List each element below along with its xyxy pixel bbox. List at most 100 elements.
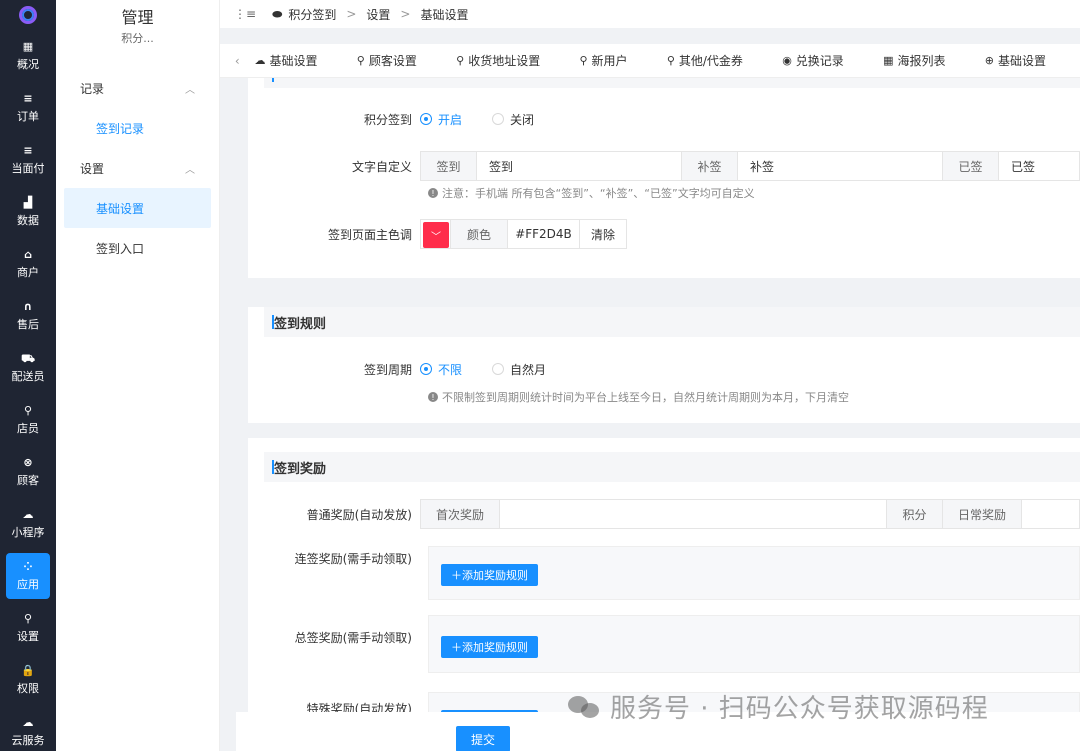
rail-label: 云服务 — [11, 734, 45, 747]
menu-group-label: 记录 — [80, 81, 105, 96]
collapse-menu-icon[interactable]: ⋮≡ — [234, 7, 256, 21]
breadcrumb-separator: > — [346, 7, 357, 21]
wechat-icon — [568, 694, 602, 720]
submit-button[interactable]: 提交 — [456, 726, 510, 751]
menu-item-signin-records[interactable]: 签到记录 — [56, 108, 219, 148]
rail-icon: ⚲ — [23, 404, 33, 417]
signin-label: 积分签到 — [363, 112, 412, 127]
period-unlimited-radio[interactable]: 不限 — [420, 361, 462, 378]
rail-icon: ≡ — [23, 92, 33, 105]
menu-item-signin-entry[interactable]: 签到入口 — [56, 228, 219, 268]
rail-item-12[interactable]: 🔒 权限 — [0, 654, 56, 706]
rail-item-7[interactable]: ⚲ 店员 — [0, 394, 56, 446]
text-custom-label: 文字自定义 — [351, 159, 412, 174]
add-total-rule-button[interactable]: ＋添加奖励规则 — [441, 636, 538, 658]
tab-icon: ⚲ — [666, 54, 675, 67]
color-value-input[interactable]: #FF2D4B — [508, 220, 580, 248]
tab-4[interactable]: ⚲ 其他/代金券 — [667, 52, 743, 69]
first-reward-input[interactable] — [500, 500, 887, 528]
rail-item-9[interactable]: ☁ 小程序 — [0, 498, 56, 550]
menu-group-label: 设置 — [80, 161, 105, 176]
tab-icon: ☁ — [254, 54, 266, 67]
tab-2[interactable]: ⚲ 收货地址设置 — [456, 52, 540, 69]
signed-text-input[interactable]: 已签 — [999, 152, 1079, 180]
period-tip: ! 不限制签到周期则统计时间为平台上线至今日，自然月统计周期则为本月，下月清空 — [428, 389, 849, 405]
rail-item-13[interactable]: ☁ 云服务 — [0, 706, 56, 751]
rail-item-4[interactable]: ⌂ 商户 — [0, 238, 56, 290]
rail-icon: ⛟ — [21, 352, 35, 365]
rail-icon: ⌂ — [24, 248, 32, 261]
period-row: 签到周期 不限 自然月 — [248, 358, 1080, 380]
chevron-down-icon[interactable]: ﹀ — [423, 222, 449, 248]
total-reward-box: ＋添加奖励规则 — [428, 615, 1080, 673]
watermark-text: 服务号 · 扫码公众号获取源码程 — [610, 694, 989, 724]
daily-reward-addon: 日常奖励 — [943, 500, 1022, 528]
app-logo[interactable] — [0, 0, 56, 30]
breadcrumb-item: 基础设置 — [420, 7, 469, 22]
rail-item-3[interactable]: ▟ 数据 — [0, 186, 56, 238]
main-nav-rail: ▦ 概况 ≡ 订单 ≡ 当面付 ▟ 数据 ⌂ 商户 ∩ 售后 ⛟ 配送员 ⚲ 店员 ⊗ 顾客 ☁ 小程序 ⁘ 应用 ⚲ 设置 🔒… — [0, 0, 56, 751]
breadcrumb-item[interactable]: 设置 — [366, 6, 390, 23]
rail-item-0[interactable]: ▦ 概况 — [0, 30, 56, 82]
tab-label: 顾客设置 — [368, 54, 417, 68]
rail-label: 当面付 — [11, 162, 45, 175]
tab-7[interactable]: ⊕ 基础设置 — [985, 52, 1046, 69]
tab-label: 基础设置 — [269, 54, 318, 68]
signin-toggle-row: 积分签到 开启 关闭 — [248, 108, 1080, 130]
tab-icon: ⊕ — [984, 54, 994, 67]
rail-label: 设置 — [17, 630, 39, 643]
color-swatch-wrapper[interactable]: ﹀ — [421, 220, 451, 248]
signin-text-addon: 签到 — [421, 152, 477, 180]
menu-item-basic-settings[interactable]: 基础设置 — [64, 188, 211, 228]
rail-item-6[interactable]: ⛟ 配送员 — [0, 342, 56, 394]
theme-color-row: 签到页面主色调 ﹀ 颜色 #FF2D4B 清除 — [248, 219, 1080, 249]
chevron-up-icon: ︿ — [185, 84, 195, 96]
chevron-left-icon[interactable]: ‹ — [220, 54, 255, 68]
period-label: 签到周期 — [363, 362, 412, 377]
color-addon: 颜色 — [451, 220, 508, 248]
tab-icon: ◉ — [782, 54, 792, 67]
rail-icon: ⚲ — [23, 612, 33, 625]
daily-reward-input[interactable] — [1022, 500, 1079, 528]
rail-icon: ☁ — [22, 508, 34, 521]
tab-6[interactable]: ▦ 海报列表 — [883, 52, 945, 69]
rail-item-11[interactable]: ⚲ 设置 — [0, 602, 56, 654]
signin-off-radio[interactable]: 关闭 — [492, 111, 534, 128]
signin-text-input[interactable]: 签到 — [477, 152, 682, 180]
text-custom-tip: ! 注意：手机端 所有包含“签到”、“补签”、“已签”文字均可自定义 — [428, 185, 755, 201]
tab-0[interactable]: ☁ 基础设置 — [255, 52, 318, 69]
tab-icon: ⚲ — [456, 54, 465, 67]
normal-reward-row: 普通奖励(自动发放) 首次奖励 积分 日常奖励 — [248, 499, 1080, 529]
breadcrumb-item[interactable]: 积分签到 — [288, 6, 336, 23]
rail-label: 小程序 — [11, 526, 45, 539]
period-month-radio[interactable]: 自然月 — [492, 361, 546, 378]
rules-card-title: 签到规则 — [264, 307, 1080, 337]
rail-item-1[interactable]: ≡ 订单 — [0, 82, 56, 134]
top-bar: ⋮≡ ⬬ 积分签到 > 设置 > 基础设置 — [220, 0, 1080, 28]
resign-text-addon: 补签 — [682, 152, 738, 180]
watermark: 服务号 · 扫码公众号获取源码程 — [568, 688, 989, 725]
menu-group-records[interactable]: 记录 ︿ — [56, 68, 219, 108]
rail-item-10[interactable]: ⁘ 应用 — [6, 553, 50, 599]
tab-label: 收货地址设置 — [468, 54, 541, 68]
continuous-reward-label: 连签奖励(需手动领取) — [294, 551, 412, 566]
rail-label: 订单 — [17, 110, 39, 123]
color-clear-button[interactable]: 清除 — [580, 220, 626, 248]
signin-on-radio[interactable]: 开启 — [420, 111, 462, 128]
tab-1[interactable]: ⚲ 顾客设置 — [357, 52, 417, 69]
tab-icon: ▦ — [883, 54, 894, 67]
add-continuous-rule-button[interactable]: ＋添加奖励规则 — [441, 564, 538, 586]
tab-3[interactable]: ⚲ 新用户 — [579, 52, 627, 69]
menu-group-settings[interactable]: 设置 ︿ — [56, 148, 219, 188]
tab-5[interactable]: ◉ 兑换记录 — [782, 52, 844, 69]
rail-item-2[interactable]: ≡ 当面付 — [0, 134, 56, 186]
rail-item-8[interactable]: ⊗ 顾客 — [0, 446, 56, 498]
rail-icon: ⁘ — [23, 560, 33, 573]
breadcrumb: ⬬ 积分签到 > 设置 > 基础设置 — [272, 6, 468, 23]
basic-settings-card: 积分签到 开启 关闭 文字自定义 签到 签到 补签 补签 已签 已签 ! 注意：… — [248, 78, 1080, 278]
resign-text-input[interactable]: 补签 — [738, 152, 943, 180]
rail-item-5[interactable]: ∩ 售后 — [0, 290, 56, 342]
chevron-up-icon: ︿ — [185, 164, 195, 176]
rail-label: 顾客 — [17, 474, 39, 487]
rail-icon: ☁ — [22, 716, 34, 729]
